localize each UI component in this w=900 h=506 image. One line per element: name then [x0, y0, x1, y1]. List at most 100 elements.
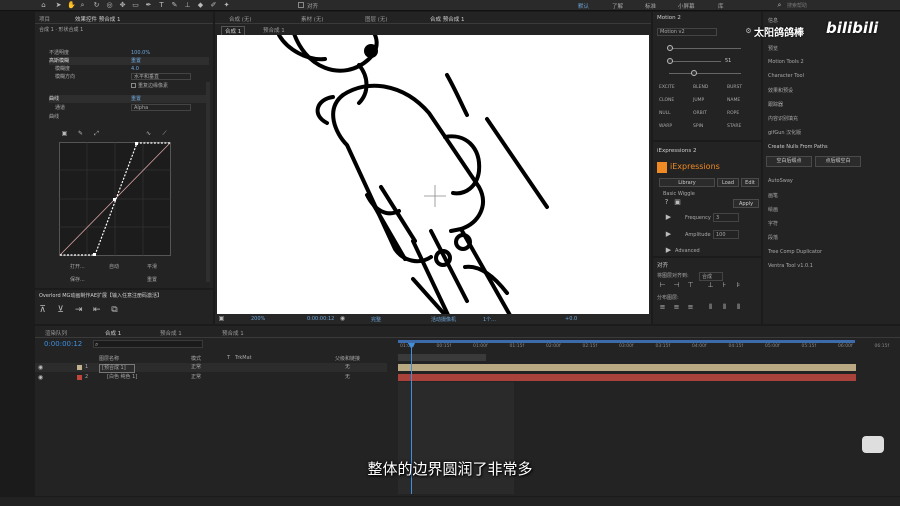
align-top-edge-icon[interactable]: ⊥ [707, 282, 714, 289]
brush-tool-icon[interactable]: ✎ [171, 2, 178, 9]
camera-select[interactable]: 活动摄像机 [431, 316, 456, 323]
search-icon[interactable]: ⌕ [776, 2, 783, 9]
amplitude-play-icon[interactable]: ▶ [665, 231, 672, 238]
layer-2-track[interactable] [398, 374, 856, 381]
tab-timeline-comp1[interactable]: 合成 1 [105, 329, 121, 337]
motion-btn-null[interactable]: NULL [659, 111, 671, 116]
label-color-2[interactable] [77, 375, 82, 380]
views-select[interactable]: 1个... [483, 316, 496, 323]
slider-2-handle[interactable] [667, 58, 673, 64]
motion-version-select[interactable]: Motion v2 [657, 28, 717, 36]
tab-comp-precomp[interactable]: 合成 预合成 1 [430, 15, 465, 23]
sidebar-item-brushes[interactable]: 画笔 [768, 192, 778, 199]
align-top-icon[interactable]: ⊼ [39, 306, 46, 315]
motion-btn-warp[interactable]: WARP [659, 124, 672, 129]
sidebar-item-paragraph[interactable]: 段落 [768, 234, 778, 241]
sidebar-item-character-tool[interactable]: Character Tool [768, 73, 804, 79]
tab-timeline-precomp1[interactable]: 预合成 1 [160, 329, 182, 337]
gaussian-blur-reset[interactable]: 重置 [131, 57, 141, 65]
motion2-tab[interactable]: Motion 2 [657, 15, 681, 21]
curves-row[interactable]: 曲线 重置 [49, 95, 209, 103]
channel-select[interactable]: Alpha [131, 104, 191, 111]
motion-btn-burst[interactable]: BURST [727, 85, 742, 90]
curve-smooth-button[interactable]: 平滑 [147, 263, 157, 270]
tab-layer-none[interactable]: 图层 (无) [365, 15, 388, 23]
exposure-value[interactable]: +0.0 [565, 316, 577, 322]
visibility-icon[interactable]: ◉ [37, 374, 44, 381]
curve-pencil-icon[interactable]: ✎ [77, 130, 84, 137]
rectangle-tool-icon[interactable]: ▭ [132, 2, 139, 9]
layer-row-1[interactable]: ◉ 1 [预合成 1] 正常 无 [35, 363, 387, 373]
library-tab[interactable]: Library [659, 178, 715, 187]
load-tab[interactable]: Load [717, 178, 739, 187]
layer-row-2[interactable]: ◉ 2 [白色 纯色 1] 正常 无 [35, 373, 387, 382]
selection-tool-icon[interactable]: ➤ [55, 2, 62, 9]
zoom-select[interactable]: 200% [251, 316, 265, 322]
nulls-follow-points-button[interactable]: 点后缀空白 [815, 156, 861, 167]
sidebar-item-ventra-tool[interactable]: Ventra Tool v1.0.1 [768, 263, 813, 269]
work-area-bar[interactable] [398, 340, 855, 343]
motion-btn-stare[interactable]: STARE [727, 124, 741, 129]
align-right-icon[interactable]: ⊤ [687, 282, 694, 289]
align-to-select[interactable]: 合成 [699, 272, 724, 281]
opacity-value[interactable]: 100.0% [131, 49, 150, 57]
motion-btn-clone[interactable]: CLONE [659, 98, 674, 103]
advanced-play-icon[interactable]: ▶ [665, 247, 672, 254]
motion-btn-excite[interactable]: EXCITE [659, 85, 675, 90]
sidebar-item-content-fill[interactable]: 内容识别填充 [768, 115, 798, 122]
tab-effect-controls[interactable]: 效果控件 预合成 1 [75, 15, 121, 23]
workspace-learn[interactable]: 了解 [612, 2, 623, 10]
sidebar-item-effects-presets[interactable]: 效果和预设 [768, 87, 793, 94]
curve-linear-icon[interactable]: ⟋ [161, 130, 168, 137]
curve-reset-button[interactable]: 重置 [147, 276, 157, 283]
frequency-input[interactable]: 3 [713, 213, 739, 222]
sidebar-item-info[interactable]: 信息 [768, 17, 778, 24]
type-tool-icon[interactable]: T [158, 2, 165, 9]
curve-open-button[interactable]: 打开... [70, 263, 85, 270]
slider-3[interactable] [669, 73, 741, 74]
slider-1[interactable] [669, 48, 741, 49]
workspace-library[interactable]: 库 [718, 2, 724, 10]
hand-tool-icon[interactable]: ✋ [67, 2, 76, 9]
sidebar-item-autosway[interactable]: AutoSway [768, 178, 793, 184]
puppet-pin-icon[interactable]: ✦ [223, 2, 230, 9]
tab-comp-none[interactable]: 合成 (无) [229, 15, 252, 23]
motion-btn-rope[interactable]: ROPE [727, 111, 739, 116]
workspace-standard[interactable]: 标准 [645, 2, 656, 10]
curve-resize-icon[interactable]: ⤢ [93, 130, 100, 137]
push-icon[interactable]: ⇥ [75, 306, 83, 315]
snapshot-icon[interactable]: ◉ [339, 315, 346, 322]
align-bottom-edge-icon[interactable]: ⊧ [735, 282, 742, 289]
sidebar-item-character[interactable]: 字符 [768, 220, 778, 227]
repeat-edge-checkbox[interactable] [131, 83, 136, 88]
sidebar-item-preview[interactable]: 预览 [768, 45, 778, 52]
sidebar-item-tracker[interactable]: 跟踪器 [768, 101, 783, 108]
motion-btn-jump[interactable]: JUMP [693, 98, 704, 103]
pen-tool-icon[interactable]: ✒ [145, 2, 152, 9]
layer-1-parent[interactable]: 无 [345, 363, 350, 372]
layer-2-name[interactable]: [白色 纯色 1] [99, 373, 137, 382]
frequency-play-icon[interactable]: ▶ [665, 214, 672, 221]
motion-btn-blend[interactable]: BLEND [693, 85, 708, 90]
tab-timeline-precomp1b[interactable]: 预合成 1 [222, 329, 244, 337]
workspace-small-screen[interactable]: 小屏幕 [678, 2, 695, 10]
time-ruler[interactable]: 01:00f 00:15f 01:00f 01:15f 02:00f 02:15f 03:0… [398, 344, 898, 352]
workspace-default[interactable]: 默认 [578, 2, 589, 10]
camera-tool-icon[interactable]: ◎ [106, 2, 113, 9]
visibility-icon[interactable]: ◉ [37, 364, 44, 371]
blurriness-value[interactable]: 4.0 [131, 65, 139, 73]
sidebar-item-gifgun[interactable]: gifGun 汉化版 [768, 129, 801, 136]
iexpressions-tab[interactable]: iExpressions 2 [657, 148, 697, 154]
tab-footage-none[interactable]: 素材 (无) [301, 15, 324, 23]
home-icon[interactable]: ⌂ [40, 2, 47, 9]
distribute-6-icon[interactable]: ⦀ [735, 304, 742, 311]
slider-3-handle[interactable] [691, 70, 697, 76]
points-follow-nulls-button[interactable]: 空白后缀点 [766, 156, 812, 167]
clone-stamp-icon[interactable]: ⊥ [184, 2, 191, 9]
panel-scrollbar[interactable] [206, 82, 210, 282]
align-hcenter-icon[interactable]: ⊣ [673, 282, 680, 289]
align-left-icon[interactable]: ⊢ [659, 282, 666, 289]
sidebar-item-motion-tools[interactable]: Motion Tools 2 [768, 59, 804, 65]
align-vcenter-icon[interactable]: ⊦ [721, 282, 728, 289]
zoom-tool-icon[interactable]: ⌕ [79, 2, 86, 9]
